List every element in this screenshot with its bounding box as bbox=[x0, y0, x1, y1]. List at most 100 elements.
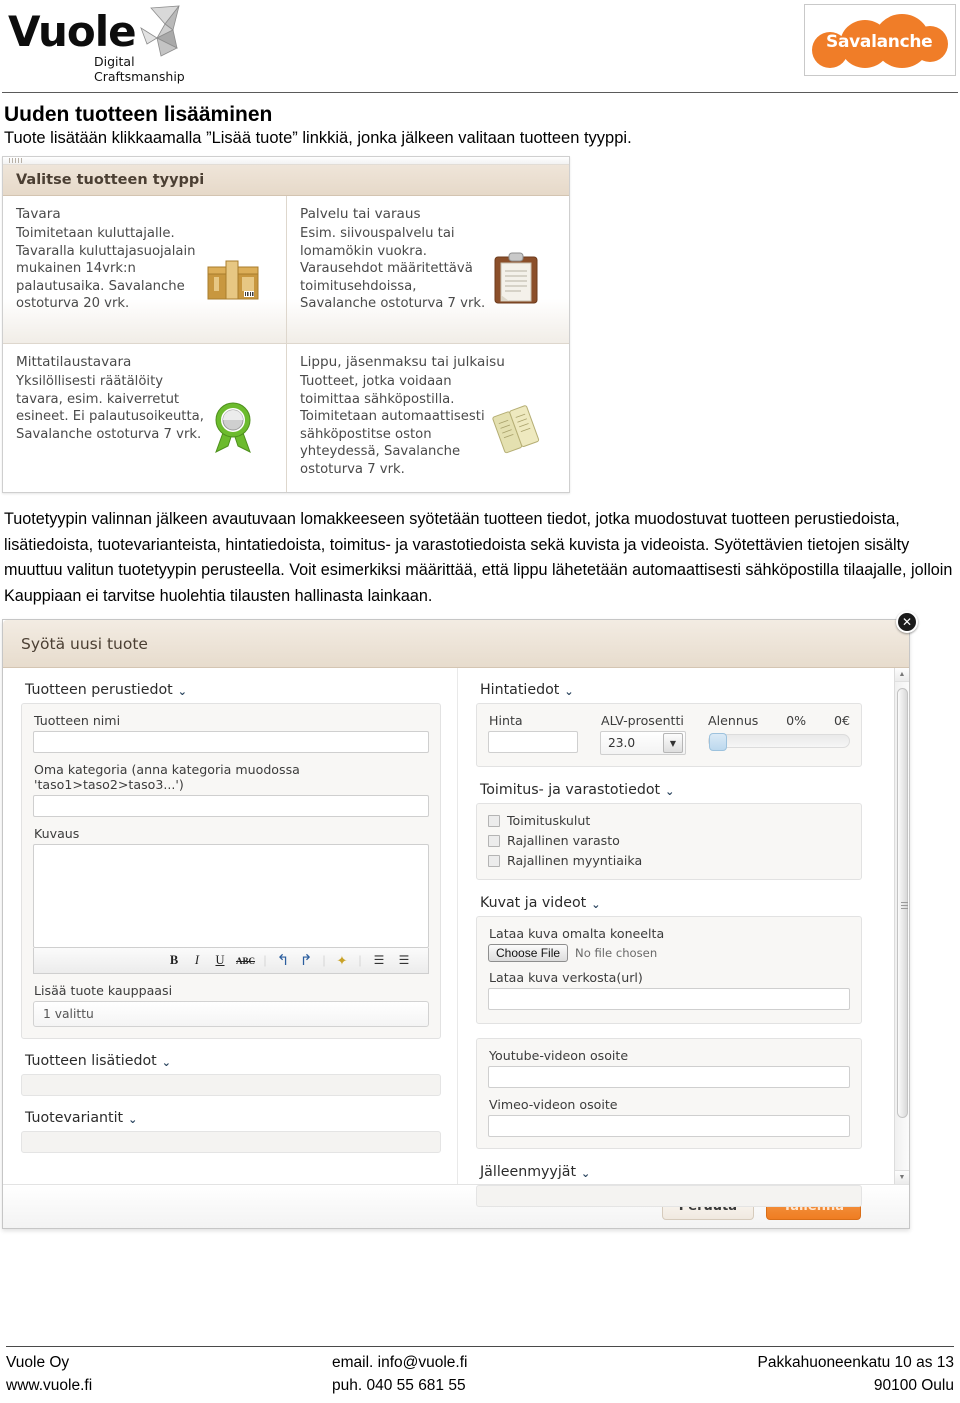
section-header-basics[interactable]: Tuotteen perustiedot ⌄ bbox=[25, 682, 441, 698]
bold-icon[interactable]: B bbox=[167, 953, 181, 968]
strikethrough-icon[interactable]: ABC bbox=[236, 956, 255, 966]
section-header-price[interactable]: Hintatiedot ⌄ bbox=[480, 682, 862, 698]
vimeo-input[interactable] bbox=[488, 1115, 850, 1137]
discount-slider-handle[interactable] bbox=[709, 733, 727, 751]
choose-file-button[interactable]: Choose File bbox=[488, 944, 569, 962]
editor-toolbar: B I U ABC | ↰ ↱ | ✦ | ☰ ☰ bbox=[33, 948, 429, 974]
basics-panel: Tuotteen nimi Oma kategoria (anna katego… bbox=[21, 703, 441, 1039]
product-type-option-tavara[interactable]: Tavara Toimitetaan kuluttajalle. Tavaral… bbox=[3, 196, 286, 344]
product-type-option-palvelu[interactable]: Palvelu tai varaus Esim. siivouspalvelu … bbox=[286, 196, 569, 344]
checkbox-icon[interactable] bbox=[488, 834, 500, 847]
chevron-down-icon: ⌄ bbox=[161, 1055, 171, 1069]
shop-select-value: 1 valittu bbox=[43, 1007, 94, 1021]
product-name-input[interactable] bbox=[33, 731, 429, 753]
section-header-media[interactable]: Kuvat ja videot ⌄ bbox=[480, 895, 862, 911]
product-type-option-mittatilaus[interactable]: Mittatilaustavara Yksilöllisesti räätälö… bbox=[3, 344, 286, 492]
section-header-resellers[interactable]: Jälleenmyyjät ⌄ bbox=[480, 1164, 862, 1180]
scrollbar-thumb[interactable] bbox=[897, 688, 908, 1118]
tickets-icon bbox=[492, 405, 540, 454]
price-panel: Hinta ALV-prosentti 23.0 ▼ Alennus 0% 0€ bbox=[476, 703, 862, 767]
vat-select[interactable]: 23.0 ▼ bbox=[600, 731, 686, 755]
resellers-panel bbox=[476, 1185, 862, 1207]
checkbox-icon[interactable] bbox=[488, 814, 500, 827]
redo-icon[interactable]: ↱ bbox=[299, 951, 313, 970]
undo-icon[interactable]: ↰ bbox=[276, 951, 290, 970]
scroll-down-arrow-icon[interactable]: ▼ bbox=[895, 1170, 909, 1184]
extra-info-panel bbox=[21, 1074, 441, 1096]
description-editor[interactable] bbox=[33, 844, 429, 948]
box-icon bbox=[207, 260, 259, 300]
footer-column-address: Pakkahuoneenkatu 10 as 13 90100 Oulu bbox=[638, 1351, 955, 1397]
page-title: Uuden tuotteen lisääminen bbox=[4, 103, 273, 126]
modal-title: Syötä uusi tuote bbox=[21, 634, 148, 653]
section-label: Tuotevariantit bbox=[25, 1110, 124, 1126]
option-description: Yksilöllisesti räätälöity tavara, esim. … bbox=[16, 374, 204, 442]
origami-bird-icon bbox=[140, 5, 180, 57]
vuole-logo-tagline: Digital Craftsmanship bbox=[94, 54, 185, 84]
product-type-option-lippu[interactable]: Lippu, jäsenmaksu tai julkaisu Tuotteet,… bbox=[286, 344, 569, 492]
option-description: Esim. siivouspalvelu tai lomamökin vuokr… bbox=[300, 226, 486, 311]
shop-select[interactable]: 1 valittu bbox=[33, 1001, 429, 1027]
own-category-input[interactable] bbox=[33, 795, 429, 817]
chevron-down-icon: ⌄ bbox=[564, 684, 574, 698]
bullet-list-icon[interactable]: ☰ bbox=[371, 953, 387, 968]
product-name-label: Tuotteen nimi bbox=[34, 713, 121, 728]
eraser-icon[interactable]: ✦ bbox=[335, 953, 349, 969]
checkbox-row-shipping[interactable]: Toimituskulut bbox=[488, 813, 850, 828]
close-icon[interactable]: ✕ bbox=[896, 611, 918, 633]
section-label: Hintatiedot bbox=[480, 682, 560, 698]
price-label: Hinta bbox=[489, 713, 523, 728]
price-input[interactable] bbox=[488, 731, 578, 753]
modal-body: Tuotteen perustiedot ⌄ Tuotteen nimi Oma… bbox=[3, 668, 909, 1207]
file-picker[interactable]: Choose File No file chosen bbox=[488, 944, 850, 962]
checkbox-row-limited-stock[interactable]: Rajallinen varasto bbox=[488, 833, 850, 848]
toolbar-divider: | bbox=[263, 953, 267, 967]
product-type-grid: Tavara Toimitetaan kuluttajalle. Tavaral… bbox=[3, 196, 569, 492]
toolbar-divider: | bbox=[358, 953, 362, 967]
add-to-shop-label: Lisää tuote kauppaasi bbox=[34, 983, 173, 998]
chevron-down-icon[interactable]: ▼ bbox=[663, 733, 683, 753]
footer-email: email. info@vuole.fi bbox=[332, 1354, 468, 1371]
page-header: Vuole Digital Craftsmanship Savalanche bbox=[0, 0, 960, 88]
savalanche-logo: Savalanche bbox=[804, 4, 956, 76]
footer-company-name: Vuole Oy bbox=[6, 1354, 70, 1371]
italic-icon[interactable]: I bbox=[190, 953, 204, 968]
checkbox-label: Toimituskulut bbox=[507, 813, 591, 828]
header-divider bbox=[2, 92, 958, 93]
vuole-logo-word: Vuole bbox=[8, 7, 137, 56]
image-url-label: Lataa kuva verkosta(url) bbox=[489, 970, 643, 985]
checkbox-row-limited-time[interactable]: Rajallinen myyntiaika bbox=[488, 853, 850, 868]
checkbox-icon[interactable] bbox=[488, 854, 500, 867]
section-label: Jälleenmyyjät bbox=[480, 1164, 577, 1180]
image-url-input[interactable] bbox=[488, 988, 850, 1010]
option-description: Tuotteet, jotka voidaan toimittaa sähköp… bbox=[300, 374, 485, 477]
numbered-list-icon[interactable]: ☰ bbox=[396, 953, 412, 968]
section-header-delivery[interactable]: Toimitus- ja varastotiedot ⌄ bbox=[480, 782, 862, 798]
description-label: Kuvaus bbox=[34, 826, 80, 841]
vat-label: ALV-prosentti bbox=[601, 713, 684, 728]
section-header-variants[interactable]: Tuotevariantit ⌄ bbox=[25, 1110, 441, 1126]
footer-street: Pakkahuoneenkatu 10 as 13 bbox=[757, 1354, 955, 1371]
underline-icon[interactable]: U bbox=[213, 953, 227, 968]
footer-column-company: Vuole Oy www.vuole.fi bbox=[6, 1351, 322, 1397]
discount-label: Alennus bbox=[708, 713, 759, 728]
checkbox-label: Rajallinen myyntiaika bbox=[507, 853, 643, 868]
section-label: Toimitus- ja varastotiedot bbox=[480, 782, 661, 798]
section-label: Tuotteen lisätiedot bbox=[25, 1053, 157, 1069]
scrollbar-grip-icon bbox=[901, 902, 908, 909]
footer-phone: puh. 040 55 681 55 bbox=[332, 1377, 466, 1394]
video-panel: Youtube-videon osoite Vimeo-videon osoit… bbox=[476, 1038, 862, 1149]
savalanche-logo-text: Savalanche bbox=[826, 32, 933, 52]
youtube-input[interactable] bbox=[488, 1066, 850, 1088]
footer-divider bbox=[6, 1346, 954, 1347]
option-title: Mittatilaustavara bbox=[16, 354, 132, 370]
window-tab-strip bbox=[3, 157, 569, 165]
discount-slider[interactable] bbox=[708, 733, 850, 751]
footer-website: www.vuole.fi bbox=[6, 1377, 93, 1394]
modal-scrollbar[interactable]: ▲ ▼ bbox=[894, 668, 909, 1184]
chevron-down-icon: ⌄ bbox=[177, 684, 187, 698]
vat-value: 23.0 bbox=[608, 736, 636, 750]
scroll-up-arrow-icon[interactable]: ▲ bbox=[895, 668, 909, 682]
delivery-panel: Toimituskulut Rajallinen varasto Rajalli… bbox=[476, 803, 862, 880]
section-header-extra[interactable]: Tuotteen lisätiedot ⌄ bbox=[25, 1053, 441, 1069]
